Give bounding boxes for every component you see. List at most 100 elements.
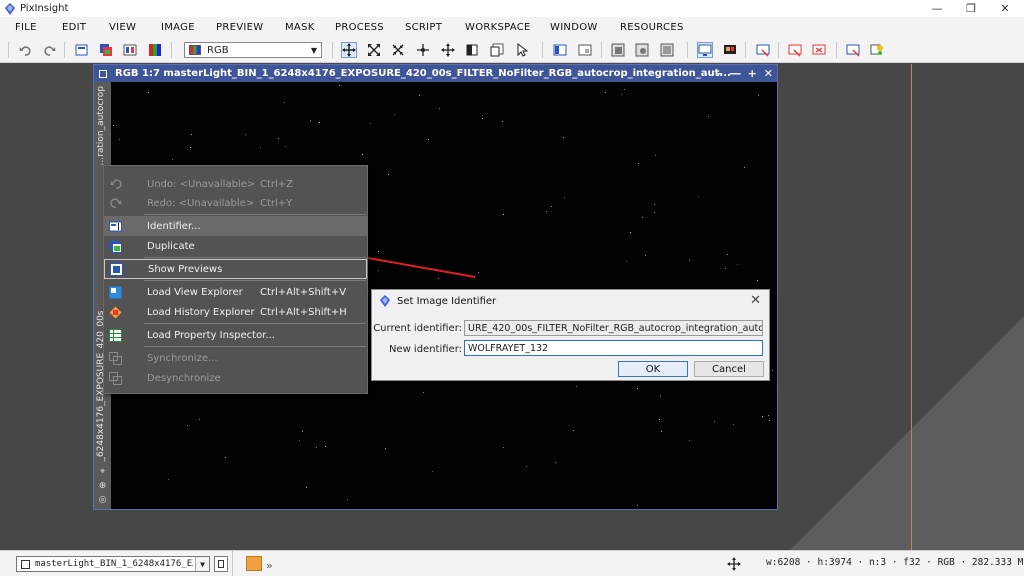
- menu-mask[interactable]: MASK: [285, 22, 315, 33]
- extract-channels-icon[interactable]: [122, 42, 138, 58]
- duplicate-icon: [109, 240, 122, 253]
- rgb-swatch-icon: [189, 45, 201, 55]
- dialog-title: Set Image Identifier: [397, 295, 497, 307]
- menu-resources[interactable]: RESOURCES: [620, 22, 684, 33]
- view-selector[interactable]: RGB ▼: [184, 42, 322, 58]
- new-image-icon[interactable]: [74, 42, 90, 58]
- chevron-down-icon[interactable]: ▼: [307, 43, 321, 57]
- menu-edit[interactable]: EDIT: [62, 22, 86, 33]
- dialog-close-icon[interactable]: ✕: [750, 293, 761, 308]
- pan-mode-icon[interactable]: [341, 42, 357, 58]
- zoom-icon[interactable]: ⊕: [97, 480, 108, 491]
- menu-image[interactable]: IMAGE: [161, 22, 195, 33]
- stf-icon[interactable]: [755, 42, 771, 58]
- settings-icon[interactable]: ◎: [97, 494, 108, 505]
- menu-workspace[interactable]: WORKSPACE: [465, 22, 531, 33]
- undo-icon: [109, 178, 122, 191]
- color-management-icon[interactable]: [869, 42, 885, 58]
- readout-icon[interactable]: [464, 42, 480, 58]
- current-identifier-label: Current identifier:: [373, 323, 462, 334]
- menu-item-synchronize[interactable]: Synchronize...: [104, 348, 367, 368]
- menu-preview[interactable]: PREVIEW: [216, 22, 263, 33]
- view-selector-value: RGB: [207, 44, 229, 56]
- new-identifier-label: New identifier:: [388, 344, 462, 355]
- dialog-title-bar[interactable]: Set Image Identifier: [372, 290, 769, 312]
- menu-item-undo[interactable]: Undo: <Unavailable> Ctrl+Z: [104, 174, 367, 194]
- view-list-icon[interactable]: [577, 42, 593, 58]
- process-icon[interactable]: [246, 556, 262, 571]
- fit-view-icon[interactable]: [415, 42, 431, 58]
- menu-item-view-explorer[interactable]: Load View Explorer Ctrl+Alt+Shift+V: [104, 282, 367, 302]
- cancel-button[interactable]: Cancel: [694, 361, 764, 377]
- menu-window[interactable]: WINDOW: [550, 22, 598, 33]
- image-icon: [21, 559, 30, 569]
- current-identifier-field[interactable]: URE_420_00s_FILTER_NoFilter_RGB_autocrop…: [464, 320, 763, 336]
- minimize-icon[interactable]: —: [920, 0, 954, 17]
- menu-process[interactable]: PROCESS: [335, 22, 384, 33]
- property-inspector-icon: [109, 328, 122, 342]
- mask-invert-icon[interactable]: [634, 42, 650, 58]
- menu-item-history-explorer[interactable]: Load History Explorer Ctrl+Alt+Shift+H: [104, 302, 367, 322]
- shade-icon[interactable]: –: [717, 67, 723, 80]
- screen-transfer-icon[interactable]: [722, 42, 738, 58]
- image-info: w:6208 · h:3974 · n:3 · f32 · RGB · 282.…: [766, 557, 1024, 568]
- menu-item-show-previews[interactable]: Show Previews: [104, 259, 367, 279]
- maximize-icon[interactable]: +: [748, 67, 757, 80]
- desynchronize-icon: [109, 371, 122, 385]
- previews-icon: [110, 262, 123, 276]
- zoom-out-icon[interactable]: [390, 42, 406, 58]
- zoom-in-icon[interactable]: [366, 42, 382, 58]
- menu-item-property-inspector[interactable]: Load Property Inspector...: [104, 325, 367, 345]
- new-identifier-input[interactable]: WOLFRAYET_132: [464, 340, 763, 356]
- iconize-icon[interactable]: ―: [730, 67, 741, 80]
- menu-file[interactable]: FILE: [15, 22, 37, 33]
- pointer-icon[interactable]: [514, 42, 530, 58]
- window-menu-icon[interactable]: [99, 69, 107, 78]
- close-icon[interactable]: ✕: [988, 0, 1022, 17]
- duplicate-image-icon[interactable]: [98, 42, 114, 58]
- new-preview-icon[interactable]: [489, 42, 505, 58]
- chevron-down-icon[interactable]: ▼: [195, 557, 209, 571]
- menu-item-duplicate[interactable]: Duplicate: [104, 236, 367, 256]
- menu-item-redo[interactable]: Redo: <Unavailable> Ctrl+Y: [104, 193, 367, 213]
- statusbar-view-selector[interactable]: masterLight_BIN_1_6248x4176_EXPOSURE_420…: [16, 556, 210, 572]
- display-icon[interactable]: [697, 42, 713, 58]
- center-view-icon[interactable]: [440, 42, 456, 58]
- image-window-toggle-icon[interactable]: [214, 556, 228, 572]
- history-explorer-icon: [109, 306, 122, 319]
- view-explorer-icon: [109, 286, 122, 299]
- rgb-channels-icon[interactable]: [147, 42, 163, 58]
- split-view-icon[interactable]: [552, 42, 568, 58]
- close-window-icon[interactable]: ✕: [764, 67, 773, 80]
- menu-view[interactable]: VIEW: [109, 22, 136, 33]
- menu-script[interactable]: SCRIPT: [405, 22, 442, 33]
- redo-icon: [109, 197, 122, 210]
- menu-item-desynchronize[interactable]: Desynchronize: [104, 368, 367, 388]
- stf-auto-icon[interactable]: [787, 42, 803, 58]
- pixinsight-logo-icon: [380, 295, 390, 307]
- menu-bar: FILE EDIT VIEW IMAGE PREVIEW MASK PROCES…: [0, 17, 1024, 37]
- ok-button[interactable]: OK: [618, 361, 688, 377]
- more-icon[interactable]: »: [266, 559, 273, 572]
- pan-cursor-icon: [727, 557, 741, 571]
- image-window-title-bar[interactable]: RGB 1:7 masterLight_BIN_1_6248x4176_EXPO…: [94, 65, 777, 82]
- pixinsight-logo-icon: [5, 2, 15, 15]
- redo-icon[interactable]: [41, 42, 57, 58]
- menu-item-identifier[interactable]: Identifier...: [104, 216, 367, 236]
- app-title-bar: PixInsight — ❐ ✕: [0, 0, 1024, 17]
- identifier-icon: [109, 220, 122, 233]
- mask-icon[interactable]: [610, 42, 626, 58]
- app-title: PixInsight: [20, 3, 69, 14]
- fullscreen-icon[interactable]: [845, 42, 861, 58]
- undo-icon[interactable]: [17, 42, 33, 58]
- side-tab-identifier-top: ...ration_autocrop: [96, 86, 106, 166]
- status-bar: masterLight_BIN_1_6248x4176_EXPOSURE_420…: [0, 550, 1024, 576]
- stf-reset-icon[interactable]: [811, 42, 827, 58]
- main-toolbar: [0, 37, 1024, 63]
- mask-show-icon[interactable]: [659, 42, 675, 58]
- view-context-menu: Undo: <Unavailable> Ctrl+Z Redo: <Unavai…: [103, 165, 368, 394]
- image-window-title: RGB 1:7 masterLight_BIN_1_6248x4176_EXPO…: [115, 68, 731, 79]
- statusbar-view-value: masterLight_BIN_1_6248x4176_EXPOSURE_420…: [35, 559, 193, 569]
- fit-icon[interactable]: ⌖: [97, 466, 108, 477]
- restore-icon[interactable]: ❐: [954, 0, 988, 17]
